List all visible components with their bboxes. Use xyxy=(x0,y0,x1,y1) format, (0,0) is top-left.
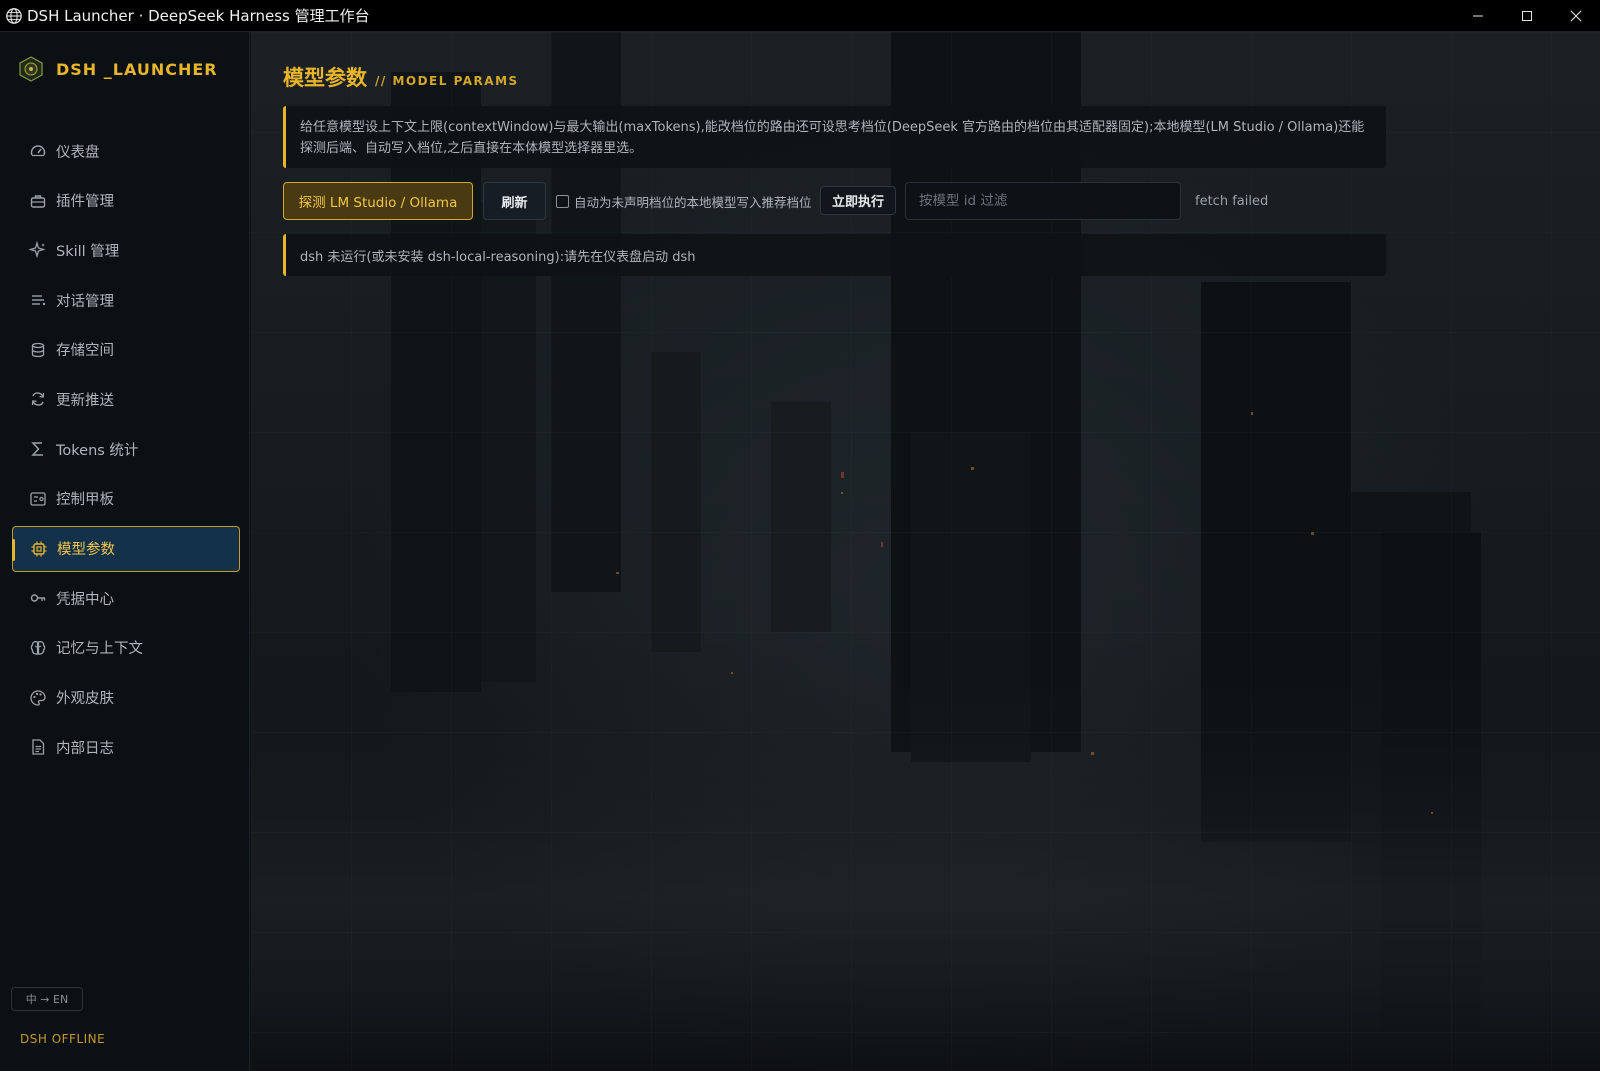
title-bar: DSH Launcher · DeepSeek Harness 管理工作台 xyxy=(0,0,1600,32)
page-title-sub: // MODEL PARAMS xyxy=(375,74,519,88)
auto-write-checkbox[interactable] xyxy=(556,194,569,208)
sidebar-item-label: 更新推送 xyxy=(56,392,114,409)
fetch-status: fetch failed xyxy=(1195,193,1269,209)
dsh-logo-icon xyxy=(19,56,43,82)
sidebar-item-label: 仪表盘 xyxy=(56,144,100,161)
chat-list-icon xyxy=(28,290,48,310)
maximize-icon xyxy=(1521,11,1532,21)
sidebar-item-label: Skill 管理 xyxy=(56,243,120,260)
page-title-main: 模型参数 xyxy=(283,66,367,90)
document-icon xyxy=(28,737,48,757)
brand-name: DSH _LAUNCHER xyxy=(56,59,218,79)
run-now-button[interactable]: 立即执行 xyxy=(820,186,896,215)
minimize-icon xyxy=(1472,15,1483,17)
info-banner: 给任意模型设上下文上限(contextWindow)与最大输出(maxToken… xyxy=(283,106,1386,168)
sidebar-item-label: Tokens 统计 xyxy=(56,442,139,459)
sidebar-item-credentials[interactable]: 凭据中心 xyxy=(12,575,240,621)
model-filter-input[interactable] xyxy=(905,182,1181,220)
sidebar-item-label: 记忆与上下文 xyxy=(56,641,143,658)
sparkle-icon xyxy=(28,240,48,260)
sidebar-nav: 仪表盘 插件管理 Skill 管理 对话管理 存储空间 更新推送 Tokens … xyxy=(12,128,240,774)
main-content: 模型参数 // MODEL PARAMS 给任意模型设上下文上限(context… xyxy=(251,32,1600,1071)
auto-write-label: 自动为未声明档位的本地模型写入推荐档位 xyxy=(574,194,812,210)
brand[interactable]: DSH _LAUNCHER xyxy=(18,56,218,82)
sidebar-item-memory[interactable]: 记忆与上下文 xyxy=(12,625,240,671)
sidebar-item-label: 存储空间 xyxy=(56,343,114,360)
window-controls xyxy=(1453,0,1600,32)
chip-icon xyxy=(29,539,49,559)
sidebar-item-model-params[interactable]: 模型参数 xyxy=(12,525,240,572)
sidebar-item-appearance[interactable]: 外观皮肤 xyxy=(12,675,240,721)
globe-icon xyxy=(6,7,22,24)
sidebar-item-conversations[interactable]: 对话管理 xyxy=(12,277,240,323)
sidebar: DSH _LAUNCHER 仪表盘 插件管理 Skill 管理 对话管理 存储空… xyxy=(0,32,250,1071)
auto-write-option[interactable]: 自动为未声明档位的本地模型写入推荐档位 xyxy=(556,182,812,220)
page-title: 模型参数 // MODEL PARAMS xyxy=(283,62,519,92)
sigma-icon xyxy=(28,439,48,459)
brain-icon xyxy=(28,638,48,658)
sidebar-item-control-deck[interactable]: 控制甲板 xyxy=(12,476,240,522)
database-icon xyxy=(28,340,48,360)
sidebar-item-tokens[interactable]: Tokens 统计 xyxy=(12,426,240,472)
gauge-icon xyxy=(28,141,48,161)
palette-icon xyxy=(28,688,48,708)
sidebar-item-label: 插件管理 xyxy=(56,194,114,211)
minimize-button[interactable] xyxy=(1453,0,1502,32)
refresh-button[interactable]: 刷新 xyxy=(483,182,546,220)
sidebar-item-dashboard[interactable]: 仪表盘 xyxy=(12,128,240,174)
control-panel-icon xyxy=(28,489,48,509)
refresh-icon xyxy=(28,389,48,409)
window-title: DSH Launcher · DeepSeek Harness 管理工作台 xyxy=(27,7,370,25)
sidebar-item-updates[interactable]: 更新推送 xyxy=(12,376,240,422)
sidebar-item-label: 模型参数 xyxy=(57,542,115,558)
language-toggle[interactable]: 中 → EN xyxy=(11,987,83,1011)
sidebar-item-storage[interactable]: 存储空间 xyxy=(12,327,240,373)
maximize-button[interactable] xyxy=(1502,0,1551,32)
controls-bar: 探测 LM Studio / Ollama 刷新 自动为未声明档位的本地模型写入… xyxy=(283,182,1386,220)
sidebar-item-label: 内部日志 xyxy=(56,740,114,757)
close-icon xyxy=(1570,10,1581,22)
detect-backends-button[interactable]: 探测 LM Studio / Ollama xyxy=(283,182,473,220)
dsh-status: DSH OFFLINE xyxy=(20,1032,106,1046)
close-button[interactable] xyxy=(1551,0,1600,32)
sidebar-item-label: 对话管理 xyxy=(56,293,114,310)
sidebar-item-label: 控制甲板 xyxy=(56,492,114,509)
warning-banner: dsh 未运行(或未安装 dsh-local-reasoning):请先在仪表盘… xyxy=(283,234,1386,276)
sidebar-item-label: 凭据中心 xyxy=(56,591,114,608)
sidebar-item-label: 外观皮肤 xyxy=(56,691,114,708)
briefcase-icon xyxy=(28,191,48,211)
sidebar-item-skills[interactable]: Skill 管理 xyxy=(12,227,240,273)
sidebar-item-plugins[interactable]: 插件管理 xyxy=(12,178,240,224)
sidebar-item-logs[interactable]: 内部日志 xyxy=(12,724,240,770)
key-icon xyxy=(28,588,48,608)
